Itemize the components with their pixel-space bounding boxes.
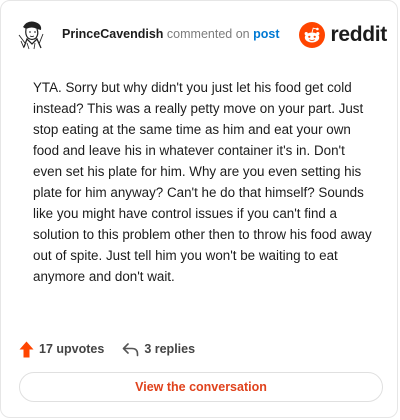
avatar-sketch-icon [16,18,48,50]
replies-count: 3 replies [144,342,196,356]
reddit-logo[interactable]: reddit [299,21,387,49]
byline-action: commented on [166,27,250,41]
comment-header: PrinceCavendish commented on post reddit [15,17,387,53]
upvote-arrow-icon [19,341,34,357]
post-link[interactable]: post [253,27,279,41]
reply-arrow-icon [123,342,139,356]
replies-stat[interactable]: 3 replies [122,342,195,357]
comment-body: YTA. Sorry but why didn't you just let h… [33,80,372,284]
comment-card: PrinceCavendish commented on post reddit… [0,0,398,418]
reddit-wordmark: reddit [330,23,387,46]
upvotes-stat[interactable]: 17 upvotes [19,341,104,358]
reddit-snoo-icon [299,22,326,48]
view-conversation-button[interactable]: View the conversation [19,372,383,402]
comment-footer: 17 upvotes 3 replies [19,338,195,360]
username-link[interactable]: PrinceCavendish [62,27,163,41]
user-avatar[interactable] [15,17,49,51]
comment-byline: PrinceCavendish commented on post [62,27,279,41]
upvotes-count: 17 upvotes [39,342,105,356]
